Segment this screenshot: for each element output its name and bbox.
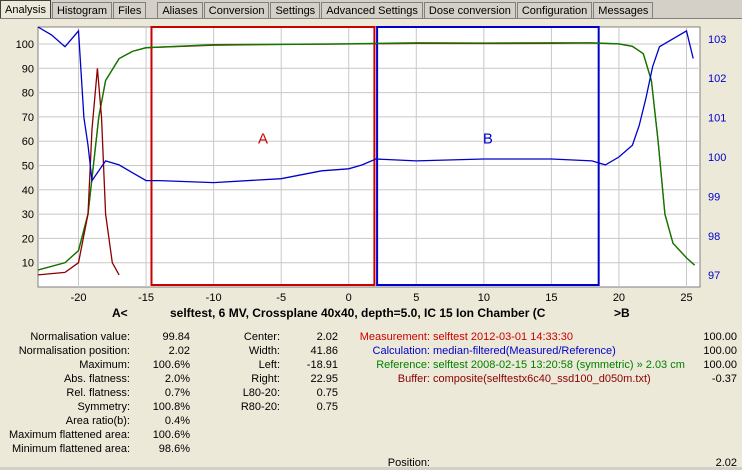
tab-messages[interactable]: Messages <box>593 2 654 18</box>
curve-label: Calculation: <box>372 345 430 357</box>
curve-description: median-filtered(Measured/Reference) <box>433 345 616 357</box>
stat-label: Minimum flattened area: <box>12 443 130 455</box>
tab-configuration[interactable]: Configuration <box>516 2 593 18</box>
y2-tick-label: 102 <box>708 73 726 85</box>
y-tick-label: 90 <box>22 63 34 75</box>
curve-label: Buffer: <box>397 373 430 385</box>
stat-label: Symmetry: <box>77 401 130 413</box>
stat-label: Area ratio(b): <box>65 415 130 427</box>
curve-value: 100.00 <box>703 331 737 343</box>
position-label: Position: <box>387 457 430 469</box>
tab-bar: Analysis Histogram Files Aliases Conversion S… <box>0 0 742 18</box>
curve-description: selftest 2008-02-15 13:20:58 (symmetric)… <box>433 359 685 371</box>
curve-value: 100.00 <box>703 345 737 357</box>
stat-value: 100.6% <box>152 359 190 371</box>
stat-label: Width: <box>248 345 280 357</box>
x-tick-label: 10 <box>478 292 490 304</box>
position-value: 2.02 <box>715 457 737 469</box>
tab-dose-conversion[interactable]: Dose conversion <box>423 2 516 18</box>
plot-area <box>37 26 701 288</box>
stat-value: 100.8% <box>152 401 190 413</box>
stat-label: Normalisation position: <box>18 345 130 357</box>
chart-title: selftest, 6 MV, Crossplane 40x40, depth=… <box>170 306 546 320</box>
y2-tick-label: 97 <box>708 270 720 282</box>
tab-analysis[interactable]: Analysis <box>0 0 51 18</box>
curve-label: Measurement: <box>359 331 430 343</box>
stat-value: 2.02 <box>316 331 338 343</box>
stat-value: 100.6% <box>152 429 190 441</box>
y-tick-label: 10 <box>22 258 34 270</box>
statistics-panel: Normalisation value: 99.84 Normalisation p… <box>0 330 742 470</box>
y-tick-label: 20 <box>22 233 34 245</box>
x-tick-label: 0 <box>346 292 352 304</box>
stat-label: L80-20: <box>242 387 280 399</box>
curve-description: selftest 2012-03-01 14:33:30 <box>433 331 574 343</box>
stat-label: Abs. flatness: <box>63 373 130 385</box>
curve-value: -0.37 <box>711 373 737 385</box>
y-tick-label: 80 <box>22 88 34 100</box>
y-tick-label: 70 <box>22 112 34 124</box>
x-tick-label: 5 <box>413 292 419 304</box>
x-ticks: -20 -15 -10 -5 0 5 10 15 20 25 <box>71 292 693 304</box>
profile-chart[interactable]: A B -20 -15 -10 -5 0 5 10 15 20 25 10 20 30 40 50 60 70 8… <box>0 19 742 319</box>
stat-label: Maximum: <box>79 359 130 371</box>
analysis-panel: A B -20 -15 -10 -5 0 5 10 15 20 25 10 20 30 40 50 60 70 8… <box>0 18 742 470</box>
tab-files[interactable]: Files <box>113 2 147 18</box>
y-left-ticks: 10 20 30 40 50 60 70 80 90 100 <box>16 39 34 270</box>
tab-settings[interactable]: Settings <box>270 2 321 18</box>
stat-value: 2.02 <box>168 345 190 357</box>
left-marker: A< <box>112 306 128 320</box>
stat-value: 99.84 <box>162 331 190 343</box>
chart-caption: A< selftest, 6 MV, Crossplane 40x40, dep… <box>0 306 742 322</box>
region-b-label: B <box>483 131 493 148</box>
region-a-label: A <box>258 131 268 148</box>
x-tick-label: -20 <box>71 292 87 304</box>
y-tick-label: 100 <box>16 39 34 51</box>
y2-tick-label: 101 <box>708 113 726 125</box>
y-tick-label: 30 <box>22 209 34 221</box>
stat-value: 0.4% <box>164 415 190 427</box>
stat-value: 0.7% <box>164 387 190 399</box>
curve-description: composite(selftestx6c40_ssd100_d050m.txt… <box>433 373 651 385</box>
stat-value: 41.86 <box>310 345 338 357</box>
x-tick-label: 15 <box>545 292 557 304</box>
stat-label: Right: <box>251 373 280 385</box>
stat-value: 98.6% <box>158 443 190 455</box>
y-tick-label: 50 <box>22 161 34 173</box>
stat-value: 22.95 <box>310 373 338 385</box>
curve-label: Reference: <box>376 359 430 371</box>
y-tick-label: 40 <box>22 185 34 197</box>
y-right-ticks: 97 98 99 100 101 102 103 <box>708 34 726 282</box>
x-tick-label: -5 <box>276 292 286 304</box>
tab-histogram[interactable]: Histogram <box>51 2 113 18</box>
x-tick-label: -15 <box>138 292 154 304</box>
tab-aliases[interactable]: Aliases <box>157 2 203 18</box>
x-tick-label: -10 <box>206 292 222 304</box>
stat-label: Normalisation value: <box>30 331 130 343</box>
y-tick-label: 60 <box>22 136 34 148</box>
stat-label: Rel. flatness: <box>66 387 130 399</box>
tab-conversion[interactable]: Conversion <box>203 2 270 18</box>
x-tick-label: 20 <box>613 292 625 304</box>
y2-tick-label: 100 <box>708 152 726 164</box>
y2-tick-label: 103 <box>708 34 726 46</box>
stat-value: 0.75 <box>316 401 338 413</box>
y2-tick-label: 99 <box>708 191 720 203</box>
tab-advanced-settings[interactable]: Advanced Settings <box>321 2 423 18</box>
curve-value: 100.00 <box>703 359 737 371</box>
y2-tick-label: 98 <box>708 231 720 243</box>
stat-value: 2.0% <box>164 373 190 385</box>
stat-label: Left: <box>258 359 280 371</box>
stat-label: Center: <box>243 331 280 343</box>
stat-value: 0.75 <box>316 387 338 399</box>
stat-value: -18.91 <box>306 359 338 371</box>
stat-label: R80-20: <box>240 401 280 413</box>
stat-label: Maximum flattened area: <box>8 429 130 441</box>
right-marker: >B <box>614 306 630 320</box>
x-tick-label: 25 <box>680 292 692 304</box>
